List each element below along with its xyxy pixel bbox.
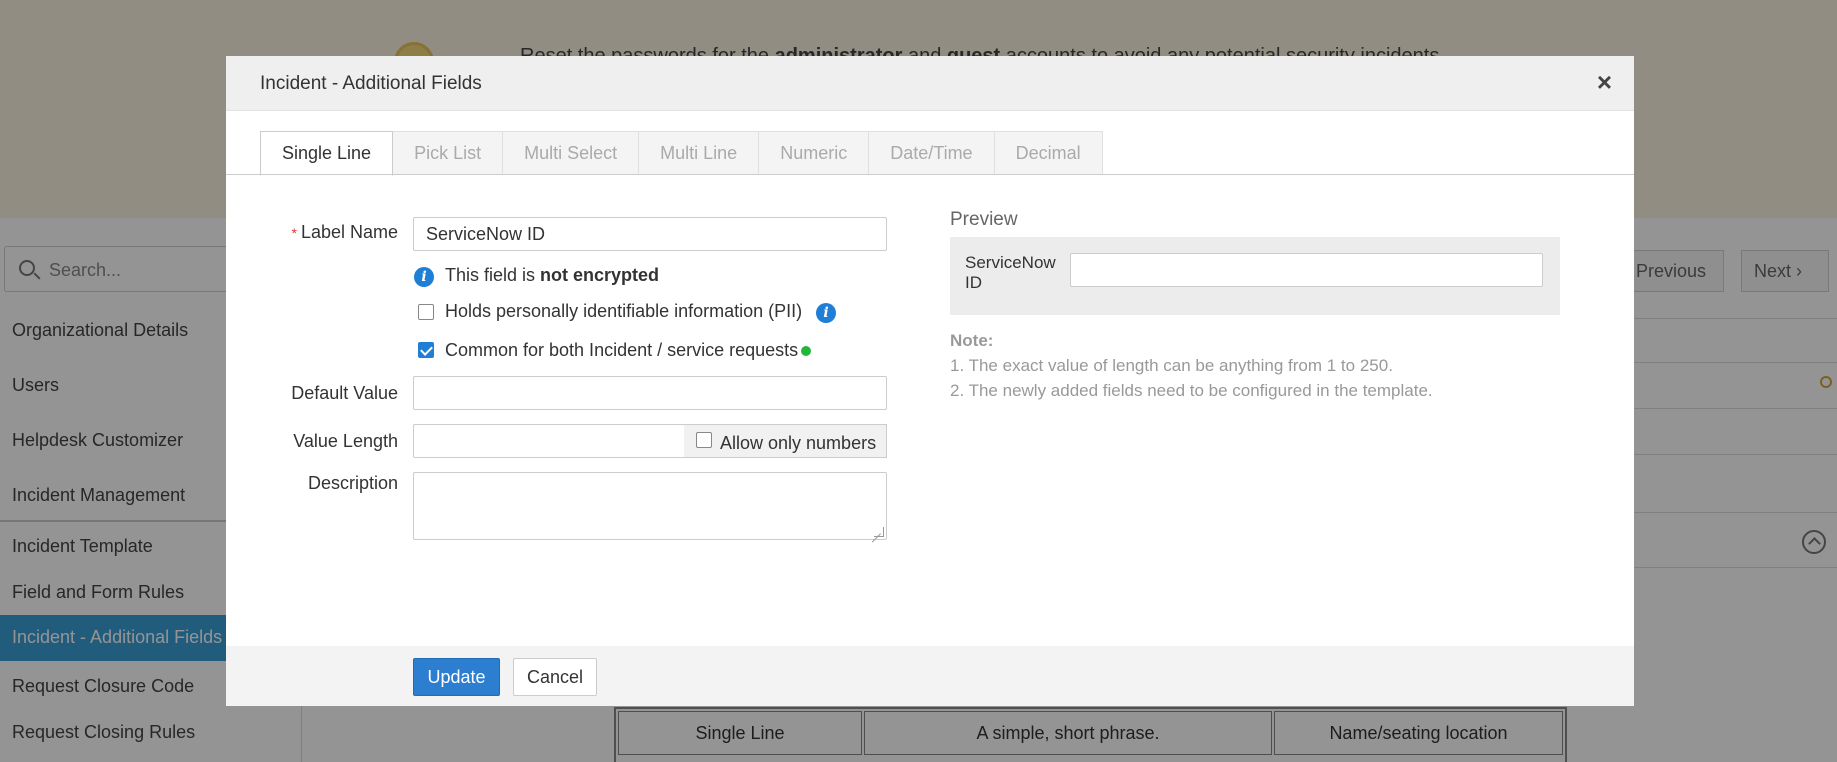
tab-multi-line[interactable]: Multi Line (639, 131, 760, 175)
encryption-status-text: This field is not encrypted (445, 265, 660, 285)
update-button[interactable]: Update (413, 658, 500, 696)
label-name-input[interactable]: ServiceNow ID (413, 217, 887, 251)
note-line: 2. The newly added fields need to be con… (950, 381, 1433, 400)
note-line: 1. The exact value of length can be anyt… (950, 356, 1393, 375)
field-type-tabs: Single Line Pick List Multi Select Multi… (260, 131, 1103, 176)
additional-fields-dialog: Incident - Additional Fields × Single Li… (226, 56, 1634, 706)
label-name-label: * Label Name (291, 222, 398, 242)
allow-numbers-addon: Allow only numbers (684, 424, 887, 458)
note-title: Note: (950, 331, 994, 350)
pii-info-icon[interactable]: i (816, 303, 836, 323)
tabs-underline (226, 174, 1634, 175)
tab-date-time[interactable]: Date/Time (869, 131, 995, 175)
cancel-button[interactable]: Cancel (513, 658, 597, 696)
dialog-footer: Update Cancel (226, 646, 1634, 706)
tab-single-line[interactable]: Single Line (260, 131, 394, 176)
tab-decimal[interactable]: Decimal (994, 131, 1103, 175)
dialog-header: Incident - Additional Fields × (226, 56, 1634, 111)
pii-checkbox[interactable] (418, 304, 434, 320)
tab-multi-select[interactable]: Multi Select (503, 131, 640, 175)
preview-panel: ServiceNow ID (950, 237, 1560, 315)
description-textarea[interactable] (413, 472, 887, 540)
required-asterisk: * (291, 225, 297, 241)
description-label: Description (307, 473, 398, 493)
value-length-label: Value Length (293, 431, 398, 451)
info-icon: i (414, 267, 434, 287)
status-dot-icon (801, 346, 812, 357)
dialog-title: Incident - Additional Fields (260, 73, 482, 94)
common-label: Common for both Incident / service reque… (445, 340, 812, 361)
default-value-input[interactable] (413, 376, 887, 410)
value-length-input[interactable] (413, 424, 685, 458)
tab-pick-list[interactable]: Pick List (393, 131, 504, 175)
preview-field-label: ServiceNow ID (965, 253, 1056, 292)
pii-label: Holds personally identifiable informatio… (445, 301, 803, 321)
allow-numbers-checkbox[interactable] (696, 432, 712, 448)
preview-title: Preview (950, 209, 1018, 230)
default-value-label: Default Value (291, 383, 398, 403)
tab-numeric[interactable]: Numeric (759, 131, 870, 175)
common-checkbox[interactable] (418, 342, 434, 358)
close-icon[interactable]: × (1597, 67, 1612, 98)
resize-handle-icon[interactable] (874, 527, 884, 537)
preview-field-input[interactable] (1070, 253, 1543, 287)
allow-numbers-label: Allow only numbers (720, 433, 877, 453)
